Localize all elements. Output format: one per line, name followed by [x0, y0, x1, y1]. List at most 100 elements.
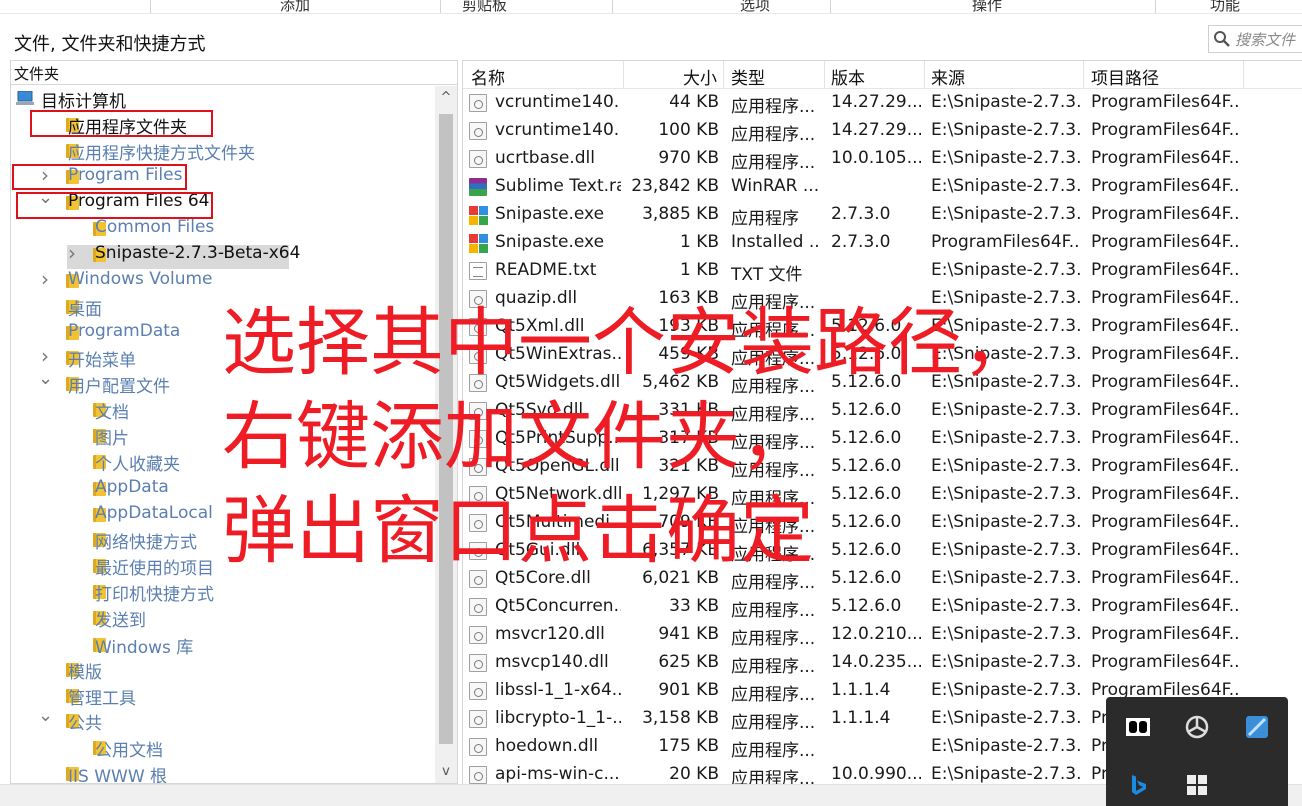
tree-node[interactable]: 文档 — [11, 398, 431, 423]
file-row[interactable]: quazip.dll 163 KB 应用程序... E:\Snipaste-2.7.3… — [463, 285, 1302, 313]
tree-node[interactable]: 公用文档 — [11, 736, 431, 761]
column-divider[interactable] — [824, 61, 825, 89]
chevron-down-icon[interactable]: ⌄ — [38, 705, 53, 726]
cell-name: Snipaste.exe — [495, 232, 605, 252]
file-row[interactable]: Qt5Core.dll 6,021 KB 应用程序... 5.12.6.0 E:\Sni… — [463, 565, 1302, 593]
tree-node-label: Common Files — [95, 217, 215, 237]
dll-file-icon — [469, 94, 487, 112]
tree-node[interactable]: 应用程序快捷方式文件夹 — [11, 139, 431, 164]
tree-node[interactable]: 管理工具 — [11, 684, 431, 709]
file-row[interactable]: Snipaste.exe 3,885 KB 应用程序 2.7.3.0 E:\Snipas… — [463, 201, 1302, 229]
cell-path: ProgramFiles64F... — [1091, 568, 1241, 588]
tree-node[interactable]: AppData — [11, 477, 431, 501]
file-row[interactable]: vcruntime140.... 44 KB 应用程序... 14.27.29... E… — [463, 89, 1302, 117]
column-version[interactable]: 版本 — [831, 64, 865, 89]
cell-type: 应用程序... — [731, 433, 816, 453]
cell-source: E:\Snipaste-2.7.3... — [931, 288, 1081, 308]
tree-node[interactable]: › 开始菜单 — [11, 344, 431, 371]
cell-version: 2.7.3.0 — [831, 204, 891, 224]
cell-source: E:\Snipaste-2.7.3... — [931, 344, 1081, 364]
tree-node[interactable]: 发送到 — [11, 606, 431, 631]
tree-node[interactable]: ⌄ 公共 — [11, 705, 431, 734]
file-row[interactable]: Sublime Text.rar 23,842 KB WinRAR ... E:\Sn… — [463, 173, 1302, 201]
ribbon-separator — [1155, 0, 1156, 13]
file-row[interactable]: Qt5WinExtras.... 459 KB 应用程序... 5.12.6.0 E:\… — [463, 341, 1302, 369]
file-row[interactable]: Qt5Multimedi... 709 KB 应用程序... 5.12.6.0 E:\S… — [463, 509, 1302, 537]
cell-name: vcruntime140.... — [495, 92, 621, 112]
file-row[interactable]: README.txt 1 KB TXT 文件 E:\Snipaste-2.7.3...… — [463, 257, 1302, 285]
scroll-down-button[interactable]: v — [437, 762, 455, 782]
tree-node[interactable]: 最近使用的项目 — [11, 554, 431, 579]
tree-node[interactable]: 桌面 — [11, 295, 431, 320]
chevron-right-icon[interactable]: › — [38, 344, 52, 368]
tree-node[interactable]: 目标计算机 — [11, 87, 431, 112]
tree-node[interactable]: Common Files — [11, 217, 431, 241]
cell-version: 5.12.6.0 — [831, 540, 902, 560]
file-row[interactable]: msvcr120.dll 941 KB 应用程序... 12.0.210... E:\S… — [463, 621, 1302, 649]
column-name[interactable]: 名称 — [471, 64, 505, 89]
cell-type: 应用程序... — [731, 377, 816, 397]
cell-size: 100 KB — [658, 120, 719, 140]
paint-icon[interactable] — [1243, 713, 1271, 741]
cell-source: E:\Snipaste-2.7.3... — [931, 708, 1081, 728]
file-row[interactable]: ucrtbase.dll 970 KB 应用程序... 10.0.105... E:\S… — [463, 145, 1302, 173]
column-divider[interactable] — [723, 61, 724, 89]
tree-node[interactable]: › Snipaste-2.7.3-Beta-x64 — [11, 241, 431, 267]
file-row[interactable]: Qt5Network.dll 1,297 KB 应用程序... 5.12.6.0 E:\… — [463, 481, 1302, 509]
column-divider[interactable] — [924, 61, 925, 89]
tree-node[interactable]: 模版 — [11, 658, 431, 683]
dll-file-icon — [469, 486, 487, 504]
dolby-icon[interactable] — [1124, 713, 1152, 741]
chevron-down-icon[interactable]: ⌄ — [38, 368, 53, 389]
tree-node[interactable]: ProgramData — [11, 321, 431, 345]
cell-type: 应用程序... — [731, 97, 816, 117]
file-row[interactable]: Snipaste.exe 1 KB Installed ... 2.7.3.0 Prog… — [463, 229, 1302, 257]
tree-node[interactable]: › Windows Volume — [11, 267, 431, 293]
tree-node[interactable]: 个人收藏夹 — [11, 450, 431, 475]
cell-version: 14.27.29... — [831, 92, 921, 112]
search-box[interactable]: 搜索文件 — [1208, 25, 1302, 53]
cell-source: E:\Snipaste-2.7.3... — [931, 624, 1081, 644]
tree-node[interactable]: ⌄ 用户配置文件 — [11, 368, 431, 397]
column-divider[interactable] — [623, 61, 624, 89]
dll-file-icon — [469, 682, 487, 700]
file-row[interactable]: Qt5Widgets.dll 5,462 KB 应用程序... 5.12.6.0 E:\… — [463, 369, 1302, 397]
file-row[interactable]: Qt5OpenGL.dll 321 KB 应用程序... 5.12.6.0 E:\Sni… — [463, 453, 1302, 481]
column-divider[interactable] — [1243, 61, 1244, 89]
cell-type: 应用程序... — [731, 489, 816, 509]
cell-version: 5.12.6.0 — [831, 512, 902, 532]
tree-node-label: 应用程序快捷方式文件夹 — [68, 144, 255, 164]
tree-node[interactable]: 网络快捷方式 — [11, 528, 431, 553]
chevron-right-icon[interactable]: › — [38, 267, 52, 291]
tree-node[interactable]: AppDataLocal — [11, 503, 431, 527]
hub-icon[interactable] — [1183, 713, 1211, 741]
column-size[interactable]: 大小 — [683, 64, 717, 89]
column-divider[interactable] — [1083, 61, 1084, 89]
tree-scrollbar[interactable]: ^ v — [435, 86, 457, 783]
cell-name: Qt5Core.dll — [495, 568, 591, 588]
file-row[interactable]: Qt5Concurren... 33 KB 应用程序... 5.12.6.0 E:\Sn… — [463, 593, 1302, 621]
tree-node[interactable]: 打印机快捷方式 — [11, 580, 431, 605]
tree-node[interactable]: IIS WWW 根 — [11, 762, 431, 783]
cell-path: ProgramFiles64F... — [1091, 400, 1241, 420]
file-row[interactable]: Qt5Xml.dll 193 KB 应用程序... 5.12.6.0 E:\Snipas… — [463, 313, 1302, 341]
cell-version: 5.12.6.0 — [831, 400, 902, 420]
column-type[interactable]: 类型 — [731, 64, 765, 89]
tree-node-label: AppData — [95, 477, 169, 497]
chevron-right-icon[interactable]: › — [65, 241, 79, 265]
file-row[interactable]: Qt5Svg.dll 331 KB 应用程序... 5.12.6.0 E:\Snipas… — [463, 397, 1302, 425]
file-row[interactable]: Qt5Gui.dll 6,357 KB 应用程序... 5.12.6.0 E:\Snip… — [463, 537, 1302, 565]
tree-node[interactable]: Windows 库 — [11, 633, 431, 658]
ribbon-group-clipboard: 剪贴板 — [462, 0, 508, 14]
app-grid-icon[interactable] — [1183, 771, 1211, 799]
tree-node-label: ProgramData — [68, 321, 181, 341]
scroll-up-button[interactable]: ^ — [437, 88, 455, 108]
file-row[interactable]: vcruntime140.... 100 KB 应用程序... 14.27.29...… — [463, 117, 1302, 145]
tree-node[interactable]: 图片 — [11, 424, 431, 449]
tree-scrollbar-thumb[interactable] — [439, 114, 453, 744]
column-source[interactable]: 来源 — [931, 64, 965, 89]
bing-icon[interactable] — [1124, 771, 1152, 799]
column-project-path[interactable]: 项目路径 — [1091, 64, 1159, 89]
file-row[interactable]: Qt5PrintSupp... 317 KB 应用程序... 5.12.6.0 E:\S… — [463, 425, 1302, 453]
file-row[interactable]: msvcp140.dll 625 KB 应用程序... 14.0.235... E:\S… — [463, 649, 1302, 677]
